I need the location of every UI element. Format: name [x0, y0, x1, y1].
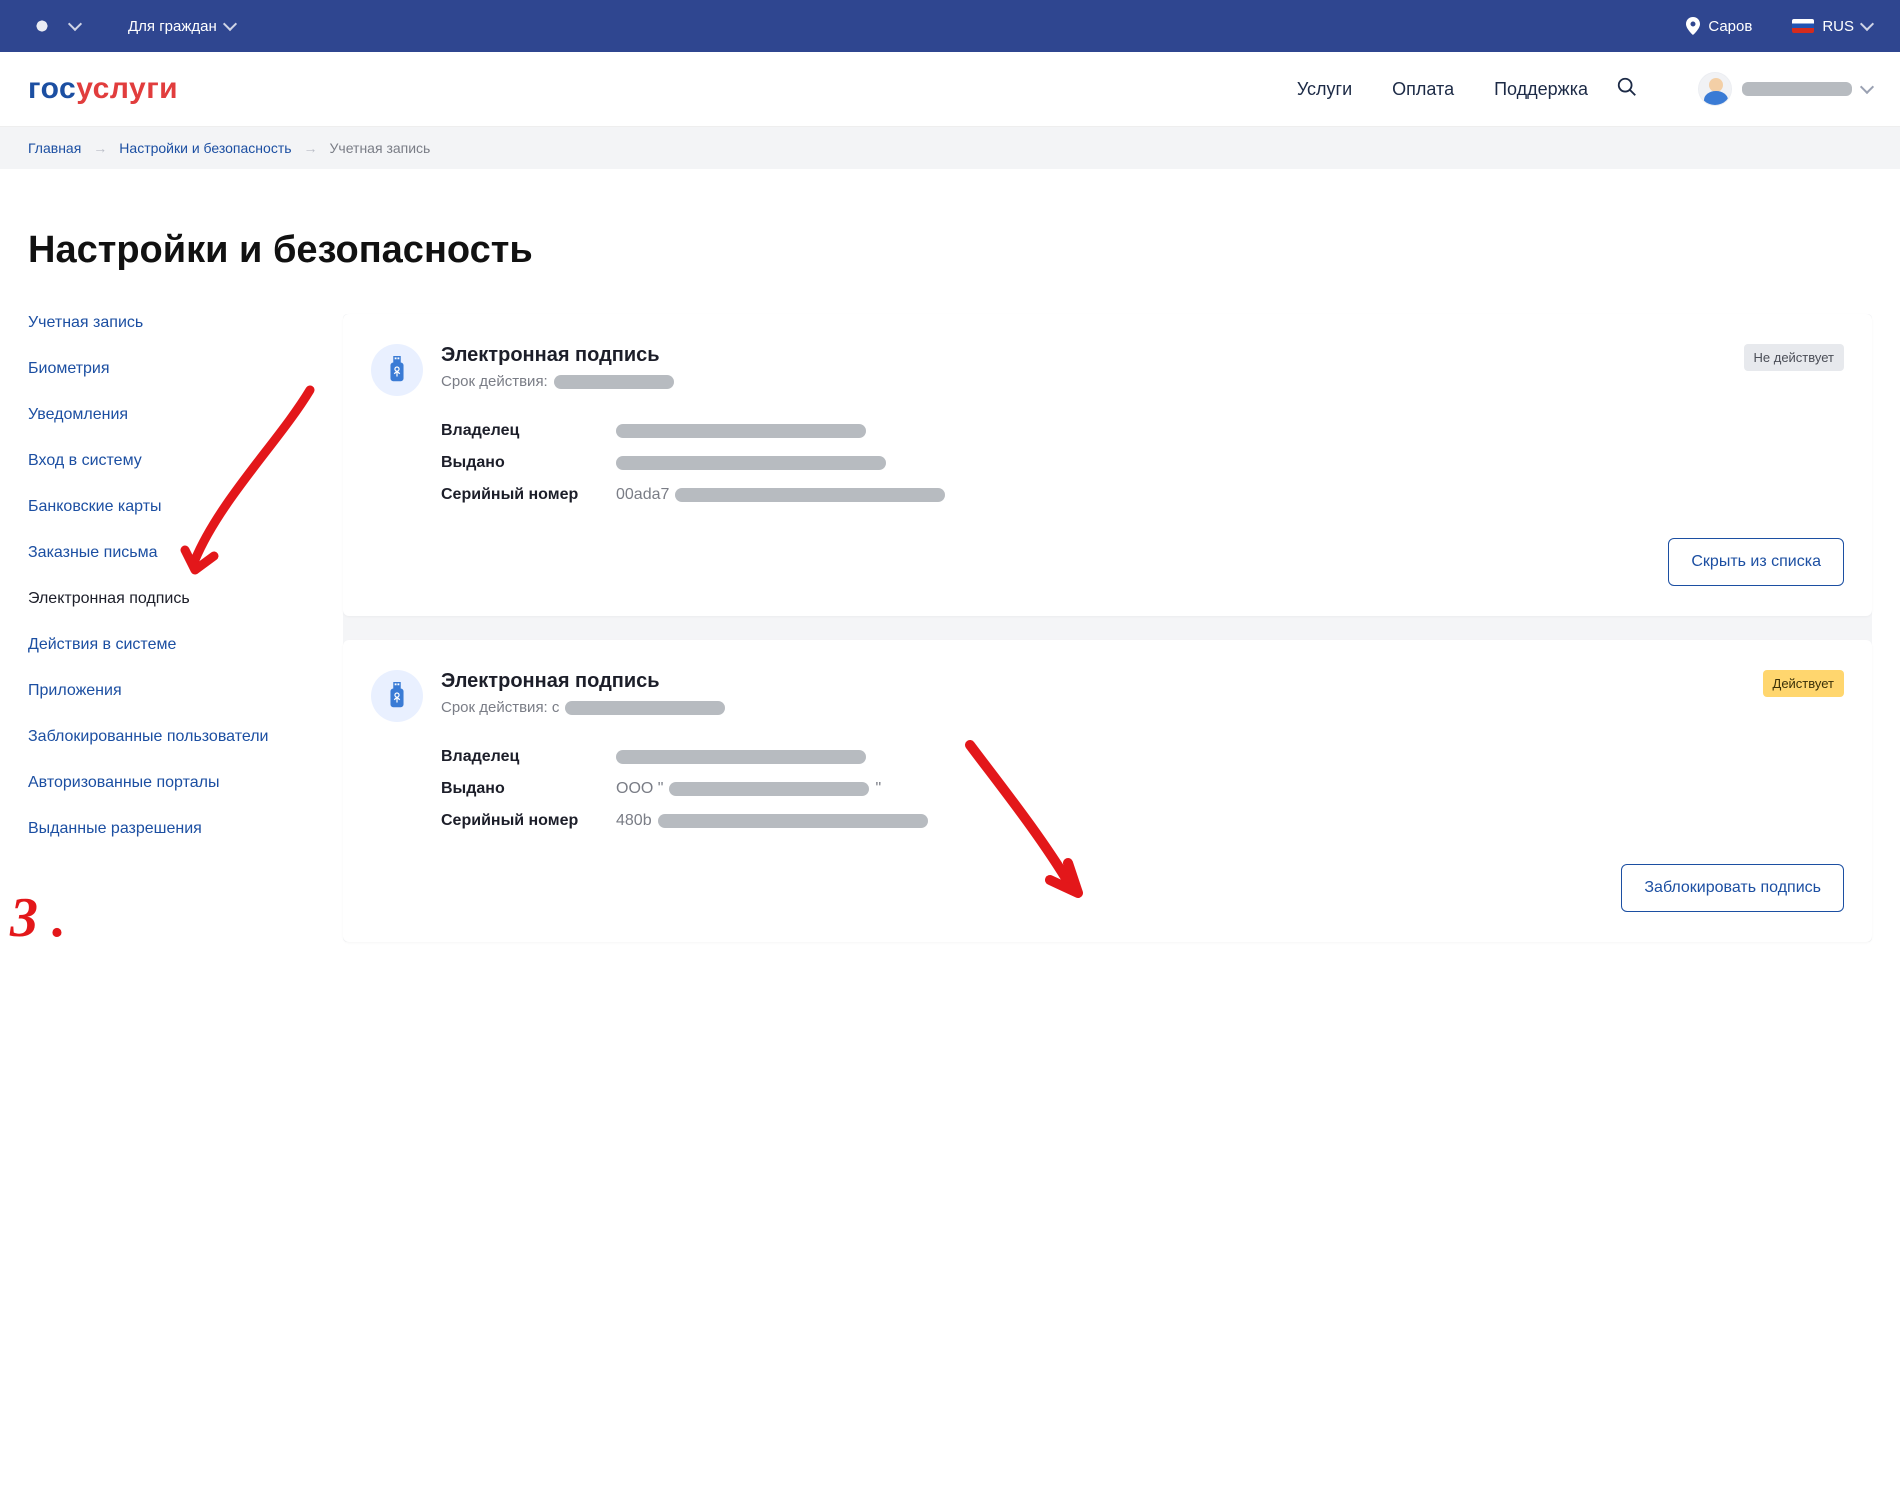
sidebar-item-0[interactable]: Учетная запись — [28, 314, 303, 332]
breadcrumb-home[interactable]: Главная — [28, 140, 81, 156]
signature-card-0: Электронная подпись Срок действия: Не де… — [343, 314, 1872, 616]
annotation-number: 3 . — [10, 890, 66, 946]
status-badge: Действует — [1763, 670, 1844, 697]
sidebar-item-7[interactable]: Действия в системе — [28, 636, 303, 654]
sidebar-item-2[interactable]: Уведомления — [28, 406, 303, 424]
language-selector[interactable]: RUS — [1792, 18, 1872, 35]
sidebar-item-5[interactable]: Заказные письма — [28, 544, 303, 562]
breadcrumb-settings[interactable]: Настройки и безопасность — [119, 140, 291, 156]
usb-icon — [371, 670, 423, 722]
issued-label: Выдано — [441, 780, 616, 798]
city-label: Саров — [1708, 18, 1752, 35]
nav-support[interactable]: Поддержка — [1494, 79, 1588, 100]
nav-payment[interactable]: Оплата — [1392, 79, 1454, 100]
sidebar-item-1[interactable]: Биометрия — [28, 360, 303, 378]
user-menu[interactable] — [1698, 72, 1872, 106]
audience-label: Для граждан — [128, 18, 217, 35]
serial-value: 00ada7 — [616, 486, 1844, 504]
sidebar-item-11[interactable]: Выданные разрешения — [28, 820, 303, 838]
chevron-down-icon[interactable] — [68, 17, 82, 31]
sidebar-item-10[interactable]: Авторизованные порталы — [28, 774, 303, 792]
sidebar: Учетная запись Биометрия Уведомления Вход в… — [28, 314, 303, 838]
user-name-redacted — [1742, 82, 1852, 96]
chevron-down-icon — [1860, 17, 1874, 31]
issued-label: Выдано — [441, 454, 616, 472]
hide-button[interactable]: Скрыть из списка — [1668, 538, 1844, 586]
owner-value — [616, 422, 1844, 440]
owner-value — [616, 748, 1844, 766]
map-pin-icon — [1686, 17, 1700, 35]
site-logo[interactable]: госуслуги — [28, 72, 178, 106]
sidebar-item-4[interactable]: Банковские карты — [28, 498, 303, 516]
breadcrumb: Главная → Настройки и безопасность → Уче… — [0, 127, 1900, 169]
issued-value — [616, 454, 1844, 472]
owner-label: Владелец — [441, 422, 616, 440]
issued-value: ООО "" — [616, 780, 1844, 798]
language-label: RUS — [1822, 18, 1854, 35]
serial-value: 480b — [616, 812, 1844, 830]
audience-selector[interactable]: Для граждан — [128, 18, 235, 35]
validity-label: Срок действия: — [441, 373, 674, 390]
search-button[interactable] — [1616, 76, 1638, 103]
card-title: Электронная подпись — [441, 670, 725, 693]
owner-label: Владелец — [441, 748, 616, 766]
breadcrumb-current: Учетная запись — [330, 140, 431, 156]
status-badge: Не действует — [1744, 344, 1845, 371]
avatar — [1698, 72, 1732, 106]
serial-label: Серийный номер — [441, 486, 616, 504]
chevron-down-icon — [223, 17, 237, 31]
page-title: Настройки и безопасность — [28, 229, 1872, 272]
card-title: Электронная подпись — [441, 344, 674, 367]
sidebar-item-6[interactable]: Электронная подпись — [28, 590, 303, 608]
chevron-down-icon — [1860, 80, 1874, 94]
sidebar-item-3[interactable]: Вход в систему — [28, 452, 303, 470]
sidebar-item-9[interactable]: Заблокированные пользователи — [28, 728, 303, 746]
flag-icon — [1792, 19, 1814, 33]
usb-icon — [371, 344, 423, 396]
search-icon — [1616, 76, 1638, 98]
sidebar-item-8[interactable]: Приложения — [28, 682, 303, 700]
serial-label: Серийный номер — [441, 812, 616, 830]
block-button[interactable]: Заблокировать подпись — [1621, 864, 1844, 912]
signature-card-1: Электронная подпись Срок действия: с Дей… — [343, 640, 1872, 942]
validity-label: Срок действия: с — [441, 699, 725, 716]
city-selector[interactable]: Саров — [1686, 17, 1752, 35]
nav-services[interactable]: Услуги — [1297, 79, 1352, 100]
eagle-icon — [28, 12, 56, 40]
